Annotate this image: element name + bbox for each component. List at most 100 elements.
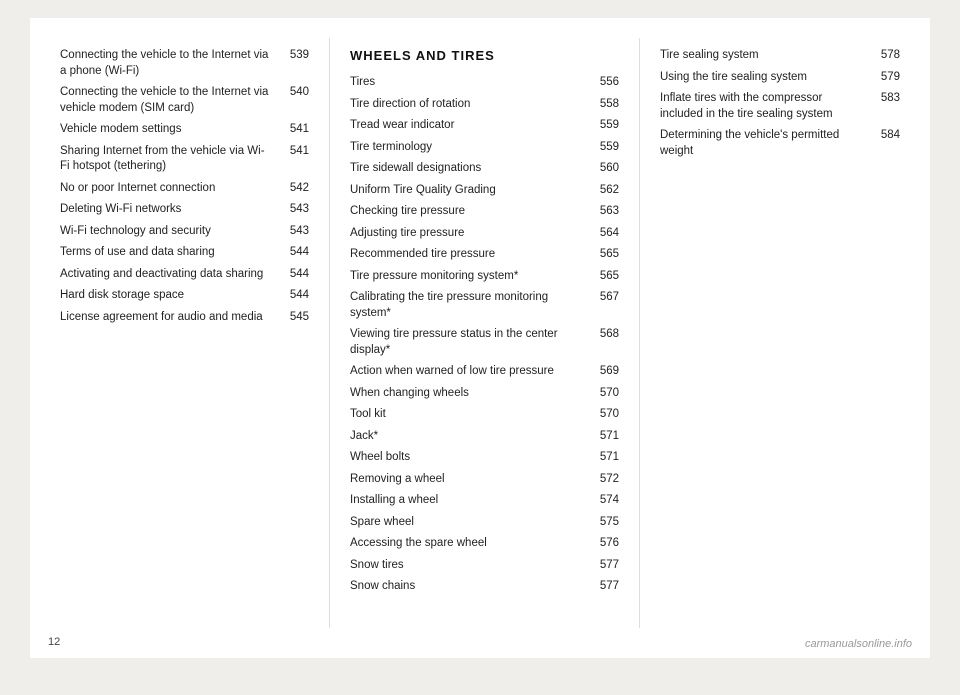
toc-label: Installing a wheel bbox=[350, 493, 597, 509]
toc-label: Tire terminology bbox=[350, 140, 597, 156]
list-item: Tire direction of rotation 558 bbox=[350, 97, 619, 113]
toc-page: 559 bbox=[597, 140, 619, 156]
toc-label: License agreement for audio and media bbox=[60, 310, 281, 326]
list-item: Activating and deactivating data sharing… bbox=[60, 267, 309, 283]
toc-label: Tread wear indicator bbox=[350, 118, 597, 134]
toc-page: 577 bbox=[597, 579, 619, 595]
list-item: Tire terminology 559 bbox=[350, 140, 619, 156]
toc-page: 579 bbox=[872, 70, 900, 86]
toc-page: 565 bbox=[597, 269, 619, 285]
list-item: Viewing tire pressure status in the cent… bbox=[350, 327, 619, 358]
list-item: Spare wheel 575 bbox=[350, 515, 619, 531]
toc-page: 563 bbox=[597, 204, 619, 220]
list-item: Wheel bolts 571 bbox=[350, 450, 619, 466]
toc-page: 543 bbox=[281, 202, 309, 218]
toc-label: No or poor Internet connection bbox=[60, 181, 281, 197]
toc-page: 544 bbox=[281, 288, 309, 304]
toc-page: 578 bbox=[872, 48, 900, 64]
toc-page: 576 bbox=[597, 536, 619, 552]
page: Connecting the vehicle to the Internet v… bbox=[30, 18, 930, 658]
list-item: License agreement for audio and media 54… bbox=[60, 310, 309, 326]
toc-page: 567 bbox=[597, 290, 619, 306]
toc-page: 544 bbox=[281, 267, 309, 283]
toc-label: Snow tires bbox=[350, 558, 597, 574]
toc-page: 545 bbox=[281, 310, 309, 326]
toc-label: Wi-Fi technology and security bbox=[60, 224, 281, 240]
toc-label: Snow chains bbox=[350, 579, 597, 595]
toc-label: Inflate tires with the compressor includ… bbox=[660, 91, 872, 122]
toc-label: Calibrating the tire pressure monitoring… bbox=[350, 290, 597, 321]
list-item: When changing wheels 570 bbox=[350, 386, 619, 402]
list-item: Installing a wheel 574 bbox=[350, 493, 619, 509]
right-column: Tire sealing system 578 Using the tire s… bbox=[640, 38, 920, 628]
toc-page: 584 bbox=[872, 128, 900, 144]
list-item: Tires 556 bbox=[350, 75, 619, 91]
toc-page: 571 bbox=[597, 429, 619, 445]
middle-column: WHEELS AND TIRES Tires 556 Tire directio… bbox=[330, 38, 640, 628]
toc-page: 556 bbox=[597, 75, 619, 91]
left-column: Connecting the vehicle to the Internet v… bbox=[30, 38, 330, 628]
list-item: Snow chains 577 bbox=[350, 579, 619, 595]
list-item: Removing a wheel 572 bbox=[350, 472, 619, 488]
toc-page: 543 bbox=[281, 224, 309, 240]
list-item: Sharing Internet from the vehicle via Wi… bbox=[60, 144, 309, 175]
list-item: Uniform Tire Quality Grading 562 bbox=[350, 183, 619, 199]
toc-label: Recommended tire pressure bbox=[350, 247, 597, 263]
toc-page: 542 bbox=[281, 181, 309, 197]
toc-label: Using the tire sealing system bbox=[660, 70, 872, 86]
section-title: WHEELS AND TIRES bbox=[350, 48, 619, 63]
toc-label: Tire direction of rotation bbox=[350, 97, 597, 113]
list-item: Using the tire sealing system 579 bbox=[660, 70, 900, 86]
toc-page: 572 bbox=[597, 472, 619, 488]
toc-page: 577 bbox=[597, 558, 619, 574]
list-item: Vehicle modem settings 541 bbox=[60, 122, 309, 138]
list-item: Tread wear indicator 559 bbox=[350, 118, 619, 134]
toc-label: Vehicle modem settings bbox=[60, 122, 281, 138]
toc-label: Connecting the vehicle to the Internet v… bbox=[60, 85, 281, 116]
toc-page: 558 bbox=[597, 97, 619, 113]
list-item: Tool kit 570 bbox=[350, 407, 619, 423]
toc-page: 539 bbox=[281, 48, 309, 64]
toc-page: 564 bbox=[597, 226, 619, 242]
toc-label: Removing a wheel bbox=[350, 472, 597, 488]
content-area: Connecting the vehicle to the Internet v… bbox=[30, 18, 930, 658]
watermark: carmanualsonline.info bbox=[805, 638, 912, 650]
list-item: Snow tires 577 bbox=[350, 558, 619, 574]
toc-label: Connecting the vehicle to the Internet v… bbox=[60, 48, 281, 79]
toc-label: Uniform Tire Quality Grading bbox=[350, 183, 597, 199]
list-item: Hard disk storage space 544 bbox=[60, 288, 309, 304]
toc-label: Viewing tire pressure status in the cent… bbox=[350, 327, 597, 358]
toc-label: Tire sealing system bbox=[660, 48, 872, 64]
list-item: Tire sealing system 578 bbox=[660, 48, 900, 64]
toc-label: Checking tire pressure bbox=[350, 204, 597, 220]
list-item: Checking tire pressure 563 bbox=[350, 204, 619, 220]
list-item: Inflate tires with the compressor includ… bbox=[660, 91, 900, 122]
list-item: Jack* 571 bbox=[350, 429, 619, 445]
toc-label: Tire sidewall designations bbox=[350, 161, 597, 177]
toc-label: Tire pressure monitoring system* bbox=[350, 269, 597, 285]
toc-label: Adjusting tire pressure bbox=[350, 226, 597, 242]
toc-page: 570 bbox=[597, 407, 619, 423]
toc-page: 540 bbox=[281, 85, 309, 101]
list-item: Tire sidewall designations 560 bbox=[350, 161, 619, 177]
list-item: Tire pressure monitoring system* 565 bbox=[350, 269, 619, 285]
toc-page: 544 bbox=[281, 245, 309, 261]
toc-label: Sharing Internet from the vehicle via Wi… bbox=[60, 144, 281, 175]
toc-page: 575 bbox=[597, 515, 619, 531]
toc-label: Wheel bolts bbox=[350, 450, 597, 466]
toc-label: Tool kit bbox=[350, 407, 597, 423]
toc-label: Action when warned of low tire pressure bbox=[350, 364, 597, 380]
toc-page: 570 bbox=[597, 386, 619, 402]
toc-label: Activating and deactivating data sharing bbox=[60, 267, 281, 283]
list-item: Deleting Wi-Fi networks 543 bbox=[60, 202, 309, 218]
list-item: Connecting the vehicle to the Internet v… bbox=[60, 85, 309, 116]
list-item: Accessing the spare wheel 576 bbox=[350, 536, 619, 552]
toc-label: Tires bbox=[350, 75, 597, 91]
toc-page: 541 bbox=[281, 144, 309, 160]
toc-page: 562 bbox=[597, 183, 619, 199]
toc-label: Jack* bbox=[350, 429, 597, 445]
toc-page: 568 bbox=[597, 327, 619, 343]
toc-page: 571 bbox=[597, 450, 619, 466]
list-item: Action when warned of low tire pressure … bbox=[350, 364, 619, 380]
toc-page: 541 bbox=[281, 122, 309, 138]
